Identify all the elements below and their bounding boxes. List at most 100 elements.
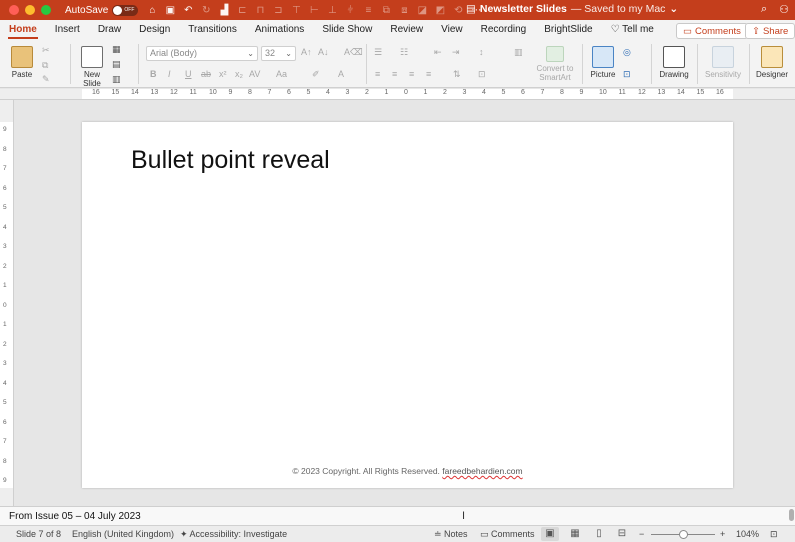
font-size-combo[interactable]: 32 ⌄ [261, 46, 296, 61]
align-right-text-icon[interactable]: ≡ [409, 69, 414, 79]
font-color-icon[interactable]: A [338, 69, 344, 79]
numbering-icon[interactable]: ☷ [400, 47, 408, 58]
strikethrough-icon[interactable]: ab [201, 69, 211, 79]
text-direction-icon[interactable]: ⇅ [453, 69, 461, 80]
slide-sorter-icon[interactable]: ▦ [566, 527, 584, 541]
designer-button[interactable]: Designer [754, 46, 790, 79]
highlight-icon[interactable]: ✐ [312, 69, 320, 80]
comments-toggle[interactable]: ▭ Comments [480, 529, 535, 540]
bullets-icon[interactable]: ☰ [374, 47, 382, 58]
undo-icon[interactable]: ↶ [182, 5, 194, 16]
horizontal-ruler[interactable]: 16 15 14 13 12 11 10 9 8 7 6 5 4 3 2 1 0 1 2 3 4 5 6 7 8 9 10 11 12 1… [0, 89, 795, 100]
bring-forward-icon[interactable]: ◪ [416, 5, 428, 16]
tab-draw[interactable]: Draw [89, 20, 130, 40]
align-left-text-icon[interactable]: ≡ [375, 69, 380, 79]
slide[interactable]: Bullet point reveal © 2023 Copyright. Al… [82, 122, 733, 488]
zoom-in-icon[interactable]: + [720, 529, 725, 539]
align-bottom-icon[interactable]: ⊥ [326, 5, 338, 16]
tab-tell-me[interactable]: ♡ Tell me [602, 20, 663, 40]
ungroup-icon[interactable]: ⧈ [398, 5, 410, 16]
close-window-button[interactable] [9, 5, 19, 15]
increase-indent-icon[interactable]: ⇥ [452, 47, 460, 58]
shapes-icon[interactable]: ◎ [623, 47, 631, 58]
notes-pane[interactable]: From Issue 05 – 04 July 2023 I [0, 506, 795, 525]
zoom-window-button[interactable] [41, 5, 51, 15]
reset-icon[interactable]: ▤ [112, 59, 121, 70]
autosave-control[interactable]: AutoSave OFF [65, 4, 139, 16]
align-middle-icon[interactable]: ⊢ [308, 5, 320, 16]
align-right-icon[interactable]: ⊐ [272, 5, 284, 16]
tab-insert[interactable]: Insert [46, 20, 89, 40]
reading-view-icon[interactable]: ▯ [590, 527, 608, 541]
home-icon[interactable]: ⌂ [146, 5, 158, 16]
drawing-button[interactable]: Drawing [658, 46, 690, 79]
slide-footer[interactable]: © 2023 Copyright. All Rights Reserved. f… [82, 466, 733, 476]
normal-view-icon[interactable]: ▣ [541, 527, 559, 541]
tab-slide-show[interactable]: Slide Show [313, 20, 381, 40]
distribute-horizontal-icon[interactable]: ⫩ [344, 5, 356, 16]
search-icon[interactable]: ⌕ [761, 3, 767, 16]
italic-icon[interactable]: I [168, 69, 171, 79]
change-case-icon[interactable]: Aa [276, 69, 287, 79]
language-status[interactable]: English (United Kingdom) [72, 529, 174, 539]
group-icon[interactable]: ⧉ [380, 5, 392, 16]
tab-animations[interactable]: Animations [246, 20, 313, 40]
align-top-icon[interactable]: ⊤ [290, 5, 302, 16]
paste-button[interactable]: Paste [8, 46, 36, 79]
share-button[interactable]: ⇪ Share [745, 23, 795, 39]
decrease-indent-icon[interactable]: ⇤ [434, 47, 442, 58]
tab-view[interactable]: View [432, 20, 472, 40]
tab-recording[interactable]: Recording [472, 20, 536, 40]
line-spacing-icon[interactable]: ↕ [479, 47, 484, 57]
character-spacing-icon[interactable]: AV [249, 69, 260, 79]
tab-review[interactable]: Review [381, 20, 432, 40]
chevron-down-icon[interactable]: ⌄ [669, 3, 678, 15]
zoom-slider-handle[interactable] [679, 530, 688, 539]
decrease-font-icon[interactable]: A↓ [318, 47, 329, 57]
copy-icon[interactable]: ⧉ [42, 60, 48, 71]
font-name-combo[interactable]: Arial (Body) ⌄ [146, 46, 258, 61]
rotate-icon[interactable]: ⟲ [452, 5, 464, 16]
convert-to-smartart-button[interactable]: Convert to SmartArt [534, 46, 576, 82]
justify-text-icon[interactable]: ≡ [426, 69, 431, 79]
account-icon[interactable]: ⚇ [779, 3, 789, 16]
zoom-out-icon[interactable]: − [639, 529, 644, 539]
redo-icon[interactable]: ↻ [200, 5, 212, 16]
fit-to-window-icon[interactable]: ⊡ [770, 529, 778, 540]
notes-toggle[interactable]: ≐ Notes [434, 529, 468, 540]
format-painter-icon[interactable]: ✎ [42, 74, 50, 85]
notes-text[interactable]: From Issue 05 – 04 July 2023 [9, 511, 141, 522]
send-backward-icon[interactable]: ◩ [434, 5, 446, 16]
document-save-status[interactable]: — Saved to my Mac [571, 3, 666, 15]
columns-icon[interactable]: ▥ [514, 47, 523, 58]
sensitivity-button[interactable]: Sensitivity [703, 46, 743, 79]
zoom-level[interactable]: 104% [736, 529, 759, 539]
tab-brightslide[interactable]: BrightSlide [535, 20, 601, 40]
scrollbar[interactable] [789, 509, 794, 521]
superscript-icon[interactable]: x² [219, 69, 227, 79]
save-icon[interactable]: ▣ [164, 5, 176, 16]
align-center-icon[interactable]: ⊓ [254, 5, 266, 16]
tab-home[interactable]: Home [0, 20, 46, 40]
subscript-icon[interactable]: x₂ [235, 69, 243, 79]
align-text-icon[interactable]: ⊡ [478, 69, 486, 80]
section-icon[interactable]: ▥ [112, 74, 121, 85]
underline-icon[interactable]: U [185, 69, 192, 79]
distribute-vertical-icon[interactable]: ≡ [362, 5, 374, 16]
new-slide-button[interactable]: New Slide [78, 46, 106, 88]
center-text-icon[interactable]: ≡ [392, 69, 397, 79]
minimize-window-button[interactable] [25, 5, 35, 15]
tab-design[interactable]: Design [130, 20, 179, 40]
text-box-icon[interactable]: ⊡ [623, 69, 631, 80]
comments-button[interactable]: ▭ Comments [676, 23, 748, 39]
format-painter-icon[interactable]: ▟ [218, 5, 230, 16]
layout-icon[interactable]: ▦ [112, 44, 121, 55]
slide-show-icon[interactable]: ⊟ [613, 527, 631, 541]
footer-link[interactable]: fareedbehardien.com [442, 466, 522, 476]
align-left-icon[interactable]: ⊏ [236, 5, 248, 16]
vertical-ruler[interactable]: 9 8 7 6 5 4 3 2 1 0 1 2 3 4 5 6 7 8 9 [0, 100, 14, 507]
clear-formatting-icon[interactable]: A⌫ [344, 47, 363, 58]
increase-font-icon[interactable]: A↑ [301, 47, 312, 57]
cut-icon[interactable]: ✂ [42, 45, 50, 56]
picture-button[interactable]: Picture [588, 46, 618, 79]
